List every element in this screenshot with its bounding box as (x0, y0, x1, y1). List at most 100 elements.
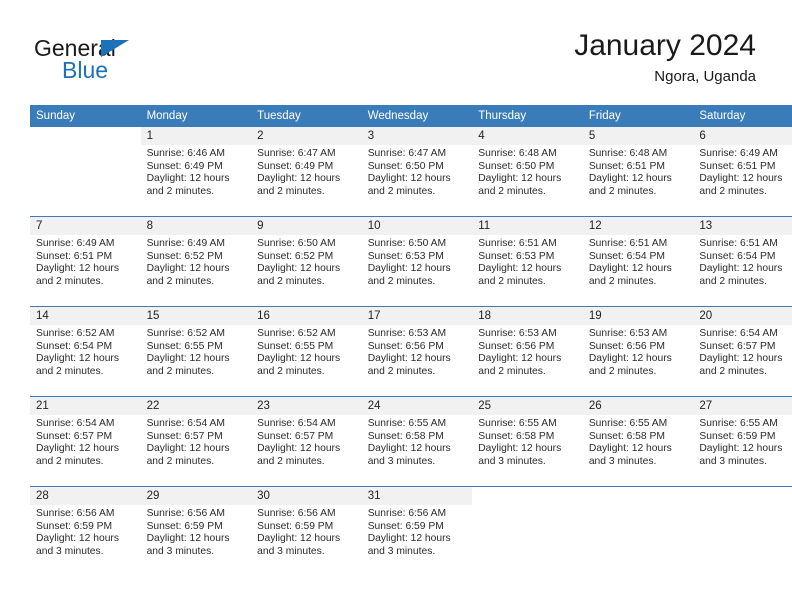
day-number (583, 487, 694, 505)
calendar-day-cell[interactable]: 26 Sunrise: 6:55 AM Sunset: 6:58 PM Dayligh… (582, 396, 694, 487)
calendar-day-cell[interactable]: 5 Sunrise: 6:48 AM Sunset: 6:51 PM Daylight… (582, 127, 694, 217)
day-details: Sunrise: 6:56 AM Sunset: 6:59 PM Daylight:… (251, 505, 362, 558)
calendar-day-cell[interactable]: 18 Sunrise: 6:53 AM Sunset: 6:56 PM Dayligh… (472, 306, 583, 397)
sunrise-text: Sunrise: 6:48 AM (478, 148, 557, 159)
daylight-text-line2: and 2 minutes. (367, 275, 436, 287)
calendar-day-cell[interactable]: 27 Sunrise: 6:55 AM Sunset: 6:59 PM Dayligh… (693, 396, 792, 487)
calendar-day-cell[interactable]: 14 Sunrise: 6:52 AM Sunset: 6:54 PM Dayligh… (30, 306, 141, 397)
calendar-body: 1 Sunrise: 6:46 AM Sunset: 6:49 PM Daylight… (30, 127, 792, 576)
sunset-text: Sunset: 6:59 PM (367, 520, 444, 532)
daylight-text-line2: and 2 minutes. (699, 275, 767, 287)
day-number: 12 (582, 217, 694, 235)
calendar-day-cell[interactable]: 16 Sunrise: 6:52 AM Sunset: 6:55 PM Dayligh… (251, 306, 362, 397)
daylight-text-line1: Daylight: 12 hours (36, 263, 119, 275)
day-number: 15 (140, 307, 252, 325)
calendar-day-cell[interactable]: 21 Sunrise: 6:54 AM Sunset: 6:57 PM Dayligh… (30, 396, 141, 487)
sunset-text: Sunset: 6:50 PM (367, 160, 444, 172)
calendar-day-cell[interactable]: 6 Sunrise: 6:49 AM Sunset: 6:51 PM Daylight… (693, 127, 792, 217)
generalblue-logo[interactable]: General Blue (34, 35, 214, 91)
sunset-text: Sunset: 6:57 PM (146, 430, 223, 442)
calendar-cell-inner: 23 Sunrise: 6:54 AM Sunset: 6:57 PM Dayligh… (251, 397, 362, 486)
sunset-text: Sunset: 6:57 PM (36, 430, 113, 442)
calendar-day-cell[interactable]: 3 Sunrise: 6:47 AM Sunset: 6:50 PM Daylight… (361, 127, 473, 217)
calendar-cell-empty (30, 127, 141, 217)
sunrise-text: Sunrise: 6:49 AM (36, 238, 115, 249)
sunset-text: Sunset: 6:52 PM (146, 250, 223, 262)
day-details: Sunrise: 6:47 AM Sunset: 6:50 PM Daylight:… (362, 145, 473, 198)
calendar-day-cell[interactable]: 11 Sunrise: 6:51 AM Sunset: 6:53 PM Dayligh… (472, 216, 583, 307)
calendar-week-row: 14 Sunrise: 6:52 AM Sunset: 6:54 PM Dayligh… (30, 306, 792, 397)
calendar-cell-inner: 12 Sunrise: 6:51 AM Sunset: 6:54 PM Dayligh… (582, 217, 694, 306)
sunset-text: Sunset: 6:58 PM (478, 430, 555, 442)
daylight-text-line2: and 3 minutes. (146, 545, 215, 557)
daylight-text-line1: Daylight: 12 hours (478, 173, 562, 185)
calendar-day-cell[interactable]: 23 Sunrise: 6:54 AM Sunset: 6:57 PM Dayligh… (251, 396, 362, 487)
calendar-day-cell[interactable]: 12 Sunrise: 6:51 AM Sunset: 6:54 PM Dayligh… (582, 216, 694, 307)
calendar-day-cell[interactable]: 8 Sunrise: 6:49 AM Sunset: 6:52 PM Daylight… (140, 216, 252, 307)
calendar-day-cell[interactable]: 4 Sunrise: 6:48 AM Sunset: 6:50 PM Daylight… (472, 127, 583, 217)
calendar-cell-inner: 29 Sunrise: 6:56 AM Sunset: 6:59 PM Dayligh… (140, 487, 252, 576)
daylight-text-line2: and 2 minutes. (699, 365, 767, 377)
day-number: 20 (693, 307, 792, 325)
sunset-text: Sunset: 6:50 PM (478, 160, 555, 172)
weekday-header-sunday: Sunday (30, 105, 141, 127)
calendar-day-cell[interactable]: 13 Sunrise: 6:51 AM Sunset: 6:54 PM Dayligh… (693, 216, 792, 307)
day-details: Sunrise: 6:54 AM Sunset: 6:57 PM Daylight:… (251, 415, 362, 468)
sunset-text: Sunset: 6:59 PM (36, 520, 113, 532)
calendar-cell-inner: 26 Sunrise: 6:55 AM Sunset: 6:58 PM Dayligh… (582, 397, 694, 486)
sunrise-text: Sunrise: 6:51 AM (588, 238, 668, 249)
calendar-week-row: 21 Sunrise: 6:54 AM Sunset: 6:57 PM Dayligh… (30, 396, 792, 487)
sunrise-text: Sunrise: 6:55 AM (367, 418, 447, 429)
daylight-text-line1: Daylight: 12 hours (257, 353, 341, 365)
calendar-day-cell[interactable]: 30 Sunrise: 6:56 AM Sunset: 6:59 PM Dayligh… (251, 486, 362, 576)
day-number: 11 (472, 217, 583, 235)
daylight-text-line1: Daylight: 12 hours (146, 533, 230, 545)
calendar-day-cell[interactable]: 28 Sunrise: 6:56 AM Sunset: 6:59 PM Dayligh… (30, 486, 141, 576)
calendar-cell-inner: 17 Sunrise: 6:53 AM Sunset: 6:56 PM Dayligh… (361, 307, 473, 396)
calendar-day-cell[interactable]: 29 Sunrise: 6:56 AM Sunset: 6:59 PM Dayligh… (140, 486, 252, 576)
daylight-text-line1: Daylight: 12 hours (478, 443, 562, 455)
daylight-text-line2: and 2 minutes. (367, 185, 436, 197)
calendar-cell-inner: 20 Sunrise: 6:54 AM Sunset: 6:57 PM Dayligh… (693, 307, 792, 396)
daylight-text-line2: and 2 minutes. (257, 455, 325, 467)
calendar-table: Sunday Monday Tuesday Wednesday Thursday… (30, 105, 792, 576)
daylight-text-line2: and 3 minutes. (588, 455, 657, 467)
sunset-text: Sunset: 6:51 PM (588, 160, 665, 172)
calendar-day-cell[interactable]: 19 Sunrise: 6:53 AM Sunset: 6:56 PM Dayligh… (582, 306, 694, 397)
daylight-text-line2: and 2 minutes. (588, 275, 657, 287)
sunrise-text: Sunrise: 6:54 AM (699, 328, 778, 339)
calendar-day-cell[interactable]: 2 Sunrise: 6:47 AM Sunset: 6:49 PM Daylight… (251, 127, 362, 217)
sunrise-text: Sunrise: 6:49 AM (699, 148, 778, 159)
day-number: 8 (140, 217, 252, 235)
calendar-cell-inner: 15 Sunrise: 6:52 AM Sunset: 6:55 PM Dayligh… (140, 307, 252, 396)
day-number: 16 (251, 307, 362, 325)
calendar-day-cell[interactable]: 10 Sunrise: 6:50 AM Sunset: 6:53 PM Dayligh… (361, 216, 473, 307)
calendar-day-cell[interactable]: 25 Sunrise: 6:55 AM Sunset: 6:58 PM Dayligh… (472, 396, 583, 487)
sunrise-text: Sunrise: 6:53 AM (478, 328, 557, 339)
sunset-text: Sunset: 6:54 PM (588, 250, 665, 262)
daylight-text-line1: Daylight: 12 hours (36, 353, 119, 365)
daylight-text-line1: Daylight: 12 hours (478, 263, 562, 275)
daylight-text-line1: Daylight: 12 hours (146, 263, 230, 275)
daylight-text-line1: Daylight: 12 hours (588, 263, 672, 275)
calendar-cell-inner: 16 Sunrise: 6:52 AM Sunset: 6:55 PM Dayligh… (251, 307, 362, 396)
calendar-day-cell[interactable]: 20 Sunrise: 6:54 AM Sunset: 6:57 PM Dayligh… (693, 306, 792, 397)
day-number: 7 (30, 217, 141, 235)
weekday-header-saturday: Saturday (693, 105, 792, 127)
calendar-day-cell[interactable]: 1 Sunrise: 6:46 AM Sunset: 6:49 PM Daylight… (140, 127, 252, 217)
day-details: Sunrise: 6:54 AM Sunset: 6:57 PM Daylight:… (141, 415, 252, 468)
daylight-text-line1: Daylight: 12 hours (146, 443, 230, 455)
day-details: Sunrise: 6:54 AM Sunset: 6:57 PM Daylight:… (30, 415, 141, 468)
calendar-day-cell[interactable]: 31 Sunrise: 6:56 AM Sunset: 6:59 PM Dayligh… (361, 486, 473, 576)
day-details: Sunrise: 6:49 AM Sunset: 6:51 PM Daylight:… (30, 235, 141, 288)
sunrise-text: Sunrise: 6:53 AM (367, 328, 447, 339)
calendar-day-cell[interactable]: 15 Sunrise: 6:52 AM Sunset: 6:55 PM Dayligh… (140, 306, 252, 397)
calendar-day-cell[interactable]: 24 Sunrise: 6:55 AM Sunset: 6:58 PM Dayligh… (361, 396, 473, 487)
sunset-text: Sunset: 6:59 PM (146, 520, 223, 532)
calendar-day-cell[interactable]: 17 Sunrise: 6:53 AM Sunset: 6:56 PM Dayligh… (361, 306, 473, 397)
calendar-day-cell[interactable]: 9 Sunrise: 6:50 AM Sunset: 6:52 PM Daylight… (251, 216, 362, 307)
daylight-text-line1: Daylight: 12 hours (588, 353, 672, 365)
calendar-day-cell[interactable]: 22 Sunrise: 6:54 AM Sunset: 6:57 PM Dayligh… (140, 396, 252, 487)
calendar-day-cell[interactable]: 7 Sunrise: 6:49 AM Sunset: 6:51 PM Daylight… (30, 216, 141, 307)
day-number: 3 (361, 127, 473, 145)
